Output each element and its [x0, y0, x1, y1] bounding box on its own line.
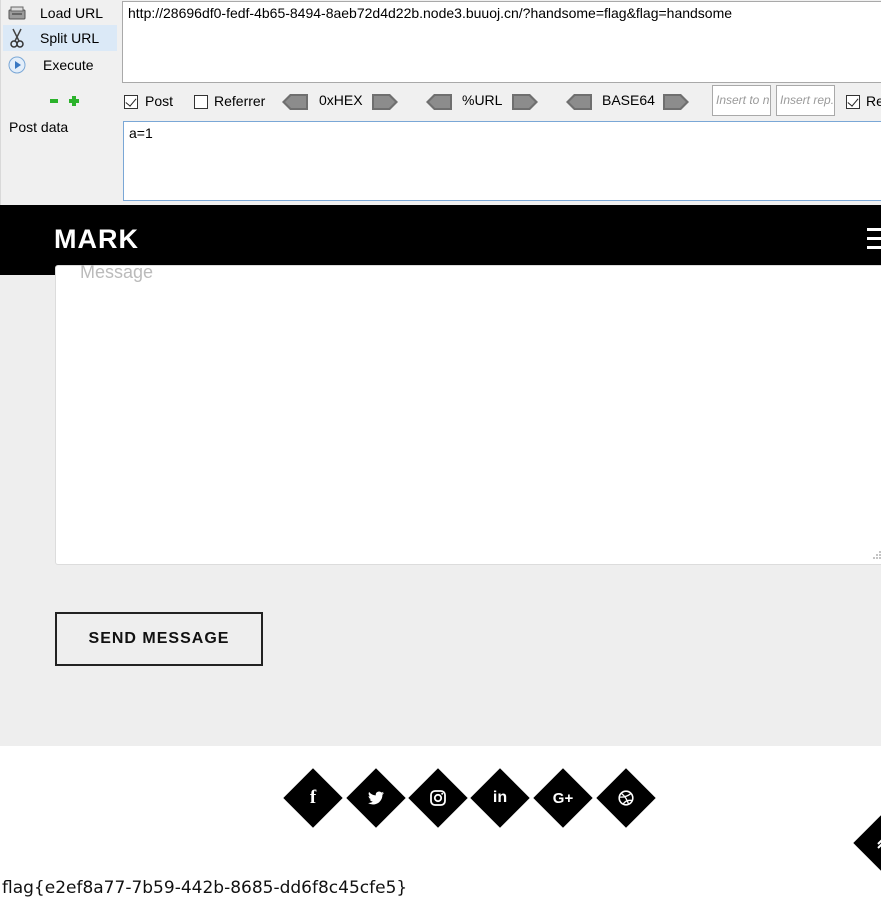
post-data-label: Post data: [9, 119, 69, 135]
url-input[interactable]: http://28696df0-fedf-4b65-8494-8aeb72d4d…: [122, 1, 881, 83]
size-toggle[interactable]: [48, 95, 88, 107]
split-url-label: Split URL: [40, 30, 100, 46]
insert-replace-input[interactable]: Insert rep.: [776, 85, 835, 116]
scissors-icon: [6, 27, 28, 49]
re-checkbox[interactable]: [846, 95, 860, 109]
hex-decode-arrow-icon[interactable]: [282, 94, 308, 110]
referrer-label: Referrer: [214, 93, 266, 109]
re-label: Re: [866, 93, 881, 109]
execute-button[interactable]: Execute: [3, 52, 117, 78]
base64-decode-arrow-icon[interactable]: [566, 94, 592, 110]
dribbble-icon: [605, 777, 647, 819]
google-plus-link[interactable]: G+: [533, 768, 593, 828]
message-placeholder: Message: [80, 262, 154, 282]
base64-encode-arrow-icon[interactable]: [663, 94, 689, 110]
insert-to-input[interactable]: Insert to n: [712, 85, 771, 116]
play-icon: [6, 54, 28, 76]
scroll-to-top-button[interactable]: [853, 813, 881, 873]
load-url-label: Load URL: [40, 5, 104, 21]
execute-label: Execute: [43, 57, 94, 73]
dribbble-link[interactable]: [596, 768, 656, 828]
resize-grip-icon[interactable]: [872, 550, 881, 560]
url-decode-arrow-icon[interactable]: [426, 94, 452, 110]
load-url-icon: [6, 2, 28, 24]
contact-section: Message SEND MESSAGE: [0, 262, 881, 746]
hamburger-menu-icon[interactable]: [867, 228, 881, 250]
options-row: Post Referrer 0xHEX %URL BASE64 Insert t…: [122, 85, 881, 116]
hackbar-toolbar: Load URL Split URL Execute http://28696d…: [0, 0, 881, 205]
site-logo[interactable]: MARK: [54, 224, 139, 255]
twitter-icon: [355, 777, 397, 819]
linkedin-icon: in: [492, 789, 508, 806]
instagram-icon: [417, 777, 459, 819]
url-encode-arrow-icon[interactable]: [512, 94, 538, 110]
message-textarea[interactable]: Message: [55, 262, 881, 565]
post-label: Post: [145, 93, 174, 109]
facebook-link[interactable]: f: [283, 768, 343, 828]
twitter-link[interactable]: [346, 768, 406, 828]
facebook-icon: f: [309, 787, 317, 808]
linkedin-link[interactable]: in: [470, 768, 530, 828]
hex-encode-arrow-icon[interactable]: [372, 94, 398, 110]
flag-output-text: flag{e2ef8a77-7b59-442b-8685-dd6f8c45cfe…: [2, 878, 408, 898]
referrer-checkbox[interactable]: [194, 95, 208, 109]
hex-label: 0xHEX: [319, 92, 363, 108]
minus-icon[interactable]: [50, 99, 58, 103]
instagram-link[interactable]: [408, 768, 468, 828]
url-encode-label: %URL: [462, 92, 503, 108]
base64-label: BASE64: [602, 92, 655, 108]
post-checkbox[interactable]: [124, 95, 138, 109]
load-url-button[interactable]: Load URL: [3, 0, 117, 26]
google-plus-icon: G+: [552, 789, 574, 807]
split-url-button[interactable]: Split URL: [3, 25, 117, 51]
send-message-button[interactable]: SEND MESSAGE: [55, 612, 263, 666]
chevron-up-icon: [862, 822, 881, 864]
post-data-input[interactable]: a=1: [123, 121, 881, 201]
